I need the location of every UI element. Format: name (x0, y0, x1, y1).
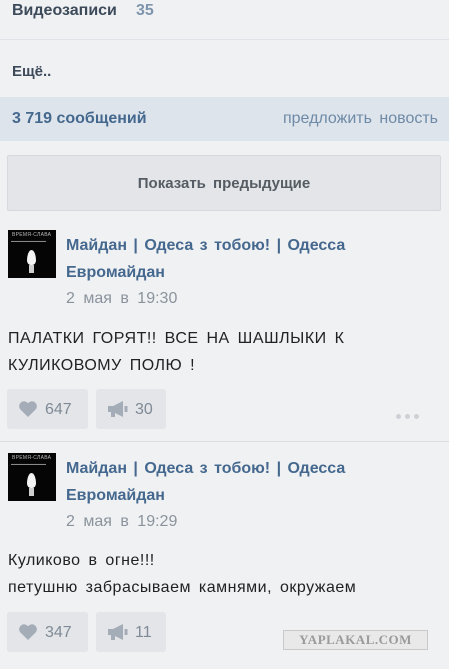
avatar[interactable]: ВРЕМЯ-СЛАВА ▬▬▬▬▬▬▬▬▬▬ (8, 453, 56, 501)
videos-section[interactable]: Видеозаписи 35 (0, 0, 449, 40)
more-link[interactable]: Ещё.. (0, 41, 449, 97)
wall-post: ВРЕМЯ-СЛАВА ▬▬▬▬▬▬▬▬▬▬ Майдан | Одеса з … (0, 222, 449, 442)
show-previous-label: Показать предыдущие (137, 175, 311, 192)
videos-count: 35 (136, 2, 154, 19)
wall-header: 3 719 сообщений предложить новость (0, 97, 449, 141)
share-count: 11 (135, 624, 152, 641)
post-author-link[interactable]: Майдан | Одеса з тобою! | Одесса Евромай… (66, 455, 436, 509)
avatar-subcaption: ▬▬▬▬▬▬▬▬▬▬ (11, 462, 46, 466)
post-date[interactable]: 2 мая в 19:30 (66, 290, 177, 308)
like-count: 647 (45, 401, 72, 418)
post-text: ПАЛАТКИ ГОРЯТ!! ВСЕ НА ШАШЛЫКИ К КУЛИКОВ… (8, 325, 438, 379)
avatar-subcaption: ▬▬▬▬▬▬▬▬▬▬ (11, 239, 46, 243)
avatar[interactable]: ВРЕМЯ-СЛАВА ▬▬▬▬▬▬▬▬▬▬ (8, 230, 56, 278)
show-previous-button[interactable]: Показать предыдущие (7, 155, 441, 211)
messages-count: 3 719 сообщений (12, 110, 147, 127)
post-text-line: Куликово в огне!!! (8, 552, 155, 569)
watermark: YAPLAKAL.COM (283, 630, 428, 650)
like-button[interactable]: 647 (7, 389, 88, 429)
post-text-line: ПАЛАТКИ ГОРЯТ!! ВСЕ НА ШАШЛЫКИ К (8, 330, 345, 347)
more-dots-icon[interactable] (396, 406, 424, 419)
candle-icon (29, 265, 34, 273)
share-button[interactable]: 11 (96, 612, 166, 652)
avatar-caption: ВРЕМЯ-СЛАВА (12, 232, 52, 238)
megaphone-icon (108, 401, 128, 417)
post-text: Куликово в огне!!! петушню забрасываем к… (8, 547, 438, 601)
suggest-news-link[interactable]: предложить новость (283, 110, 438, 128)
videos-label: Видеозаписи (12, 2, 117, 19)
avatar-caption: ВРЕМЯ-СЛАВА (12, 455, 52, 461)
post-author-link[interactable]: Майдан | Одеса з тобою! | Одесса Евромай… (66, 232, 436, 286)
post-text-line: КУЛИКОВОМУ ПОЛЮ ! (8, 357, 196, 374)
candle-flame-icon (27, 250, 36, 265)
candle-flame-icon (27, 473, 36, 488)
heart-icon (19, 624, 37, 640)
like-count: 347 (45, 624, 72, 641)
post-text-line: петушню забрасываем камнями, окружаем (8, 579, 357, 596)
share-button[interactable]: 30 (96, 389, 166, 429)
heart-icon (19, 401, 37, 417)
more-label: Ещё.. (12, 63, 52, 80)
megaphone-icon (108, 624, 128, 640)
candle-icon (29, 488, 34, 496)
like-button[interactable]: 347 (7, 612, 88, 652)
post-date[interactable]: 2 мая в 19:29 (66, 513, 177, 531)
share-count: 30 (135, 401, 153, 418)
